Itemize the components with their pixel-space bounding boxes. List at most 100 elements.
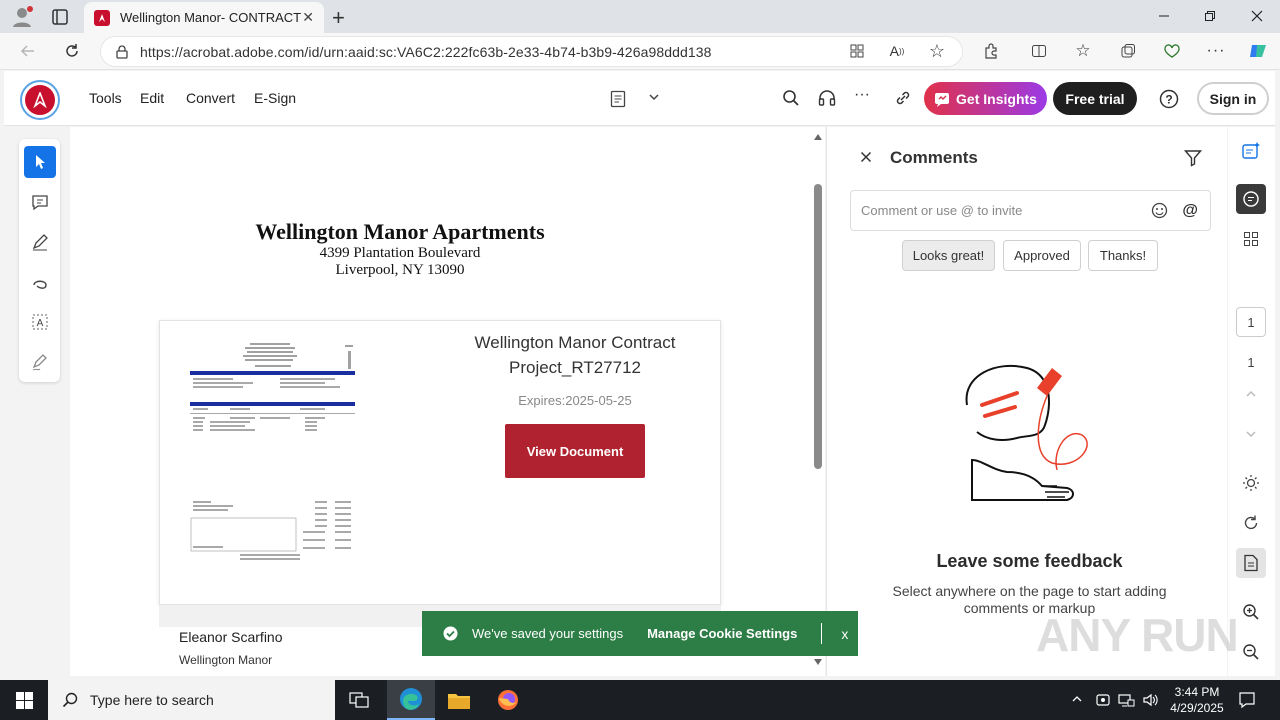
firefox-icon[interactable]: [484, 680, 532, 720]
zoom-in-icon[interactable]: [1236, 597, 1266, 627]
scroll-down-icon[interactable]: [814, 659, 822, 665]
manage-cookie-settings-link[interactable]: Manage Cookie Settings: [647, 626, 797, 641]
scroll-up-icon[interactable]: [814, 134, 822, 140]
sign-in-button[interactable]: Sign in: [1197, 82, 1269, 115]
toast-divider: [821, 623, 823, 644]
split-screen-icon[interactable]: [1025, 37, 1053, 65]
new-tab-icon[interactable]: +: [332, 5, 345, 31]
help-icon[interactable]: ?: [1159, 89, 1179, 109]
close-window-icon[interactable]: [1234, 0, 1280, 32]
menu-tools[interactable]: Tools: [89, 90, 122, 106]
chip-approved[interactable]: Approved: [1003, 240, 1081, 271]
ai-assistant-icon[interactable]: [1236, 136, 1266, 166]
menu-esign[interactable]: E-Sign: [254, 90, 296, 106]
signer-name: Eleanor Scarfino: [179, 629, 283, 645]
company-address-line2: Liverpool, NY 13090: [335, 262, 465, 278]
profile-icon[interactable]: [10, 5, 34, 29]
apps-icon[interactable]: [843, 37, 871, 65]
rotate-icon[interactable]: [1236, 508, 1266, 538]
comment-placeholder: Comment or use @ to invite: [861, 203, 1023, 218]
insights-icon: [935, 92, 950, 107]
anyrun-watermark: ANY RUN: [1036, 609, 1239, 661]
brightness-icon[interactable]: [1236, 468, 1266, 498]
refresh-icon[interactable]: [58, 37, 86, 65]
document-scrollbar[interactable]: [811, 127, 825, 676]
add-comment-icon[interactable]: [24, 186, 56, 218]
company-address-line1: 4399 Plantation Boulevard: [319, 245, 481, 261]
text-box-icon[interactable]: A: [24, 306, 56, 338]
menu-convert[interactable]: Convert: [186, 90, 235, 106]
address-bar[interactable]: https://acrobat.adobe.com/id/urn:aaid:sc…: [100, 36, 963, 67]
feedback-title: Leave some feedback: [936, 551, 1123, 571]
page-up-icon[interactable]: [1236, 379, 1266, 409]
show-hidden-icons[interactable]: [1071, 693, 1083, 705]
adobe-acrobat-logo[interactable]: [20, 80, 60, 120]
thumbnails-grid-icon[interactable]: [1236, 224, 1266, 254]
adobe-pdf-icon: [94, 9, 110, 26]
extensions-icon[interactable]: [977, 37, 1005, 65]
network-icon[interactable]: [1118, 692, 1135, 708]
zoom-out-icon[interactable]: [1236, 637, 1266, 667]
mention-icon[interactable]: @: [1182, 202, 1198, 220]
comment-input[interactable]: Comment or use @ to invite @: [850, 190, 1211, 231]
freehand-draw-icon[interactable]: [24, 266, 56, 298]
more-options-icon[interactable]: ···: [1202, 37, 1230, 65]
url-text: https://acrobat.adobe.com/id/urn:aaid:sc…: [140, 43, 712, 60]
windows-start-icon[interactable]: [0, 680, 48, 720]
select-tool-icon[interactable]: [24, 146, 56, 178]
free-trial-button[interactable]: Free trial: [1053, 82, 1137, 115]
security-tray-icon[interactable]: [1095, 692, 1111, 708]
lock-icon[interactable]: [116, 44, 128, 59]
get-insights-label: Get Insights: [956, 90, 1037, 107]
chip-looks-great[interactable]: Looks great!: [902, 240, 995, 271]
volume-icon[interactable]: [1142, 692, 1159, 708]
task-view-icon[interactable]: [335, 680, 383, 720]
minimize-icon[interactable]: [1141, 0, 1187, 32]
page-number-input[interactable]: 1: [1236, 307, 1266, 337]
search-icon[interactable]: [782, 89, 800, 107]
document-info-icon[interactable]: [1236, 548, 1266, 578]
file-explorer-icon[interactable]: [435, 680, 483, 720]
tab-title: Wellington Manor- CONTRACT P: [120, 10, 303, 25]
edge-browser-icon[interactable]: [387, 680, 435, 720]
page-total: 1: [1247, 354, 1255, 370]
copilot-icon[interactable]: [1244, 37, 1272, 65]
scrollbar-thumb[interactable]: [814, 184, 822, 469]
sign-pen-icon[interactable]: [24, 346, 56, 378]
contract-card: Wellington Manor Contract Project_RT2771…: [159, 320, 721, 605]
document-canvas[interactable]: Wellington Manor Apartments 4399 Plantat…: [70, 127, 825, 676]
filter-icon[interactable]: [1184, 149, 1202, 167]
highlight-pen-icon[interactable]: [24, 226, 56, 258]
close-comments-icon[interactable]: [860, 151, 872, 163]
svg-text:A: A: [37, 318, 44, 329]
comments-panel-icon[interactable]: [1236, 184, 1266, 214]
notification-icon[interactable]: [1238, 691, 1256, 709]
contract-title: Wellington Manor Contract Project_RT2771…: [474, 333, 676, 377]
favorites-icon[interactable]: ☆: [1069, 37, 1097, 65]
favorite-star-icon[interactable]: ☆: [923, 37, 951, 65]
view-document-button[interactable]: View Document: [505, 424, 645, 478]
tab-actions-icon[interactable]: [50, 7, 70, 27]
chip-thanks[interactable]: Thanks!: [1088, 240, 1158, 271]
page-down-icon[interactable]: [1236, 419, 1266, 449]
company-name: Wellington Manor Apartments: [255, 219, 545, 244]
toast-close-button[interactable]: x: [841, 626, 848, 642]
active-tab[interactable]: Wellington Manor- CONTRACT P ✕: [84, 2, 324, 33]
collections-icon[interactable]: [1114, 37, 1142, 65]
emoji-icon[interactable]: [1151, 202, 1168, 219]
back-icon[interactable]: [14, 37, 42, 65]
tab-close-icon[interactable]: ✕: [302, 9, 314, 26]
menu-edit[interactable]: Edit: [140, 90, 164, 106]
document-view-icon[interactable]: [610, 90, 626, 108]
read-aloud-icon[interactable]: A)): [883, 37, 911, 65]
comments-title: Comments: [890, 148, 978, 167]
chevron-down-icon[interactable]: [648, 91, 660, 103]
restore-icon[interactable]: [1187, 0, 1233, 32]
get-insights-button[interactable]: Get Insights: [924, 82, 1047, 115]
taskbar-search[interactable]: Type here to search: [48, 680, 335, 720]
headphones-icon[interactable]: [818, 89, 836, 107]
more-actions-icon[interactable]: ···: [854, 86, 870, 104]
taskbar-clock[interactable]: 3:44 PM 4/29/2025: [1160, 684, 1234, 716]
share-link-icon[interactable]: [894, 89, 912, 107]
browser-essentials-icon[interactable]: [1158, 37, 1186, 65]
